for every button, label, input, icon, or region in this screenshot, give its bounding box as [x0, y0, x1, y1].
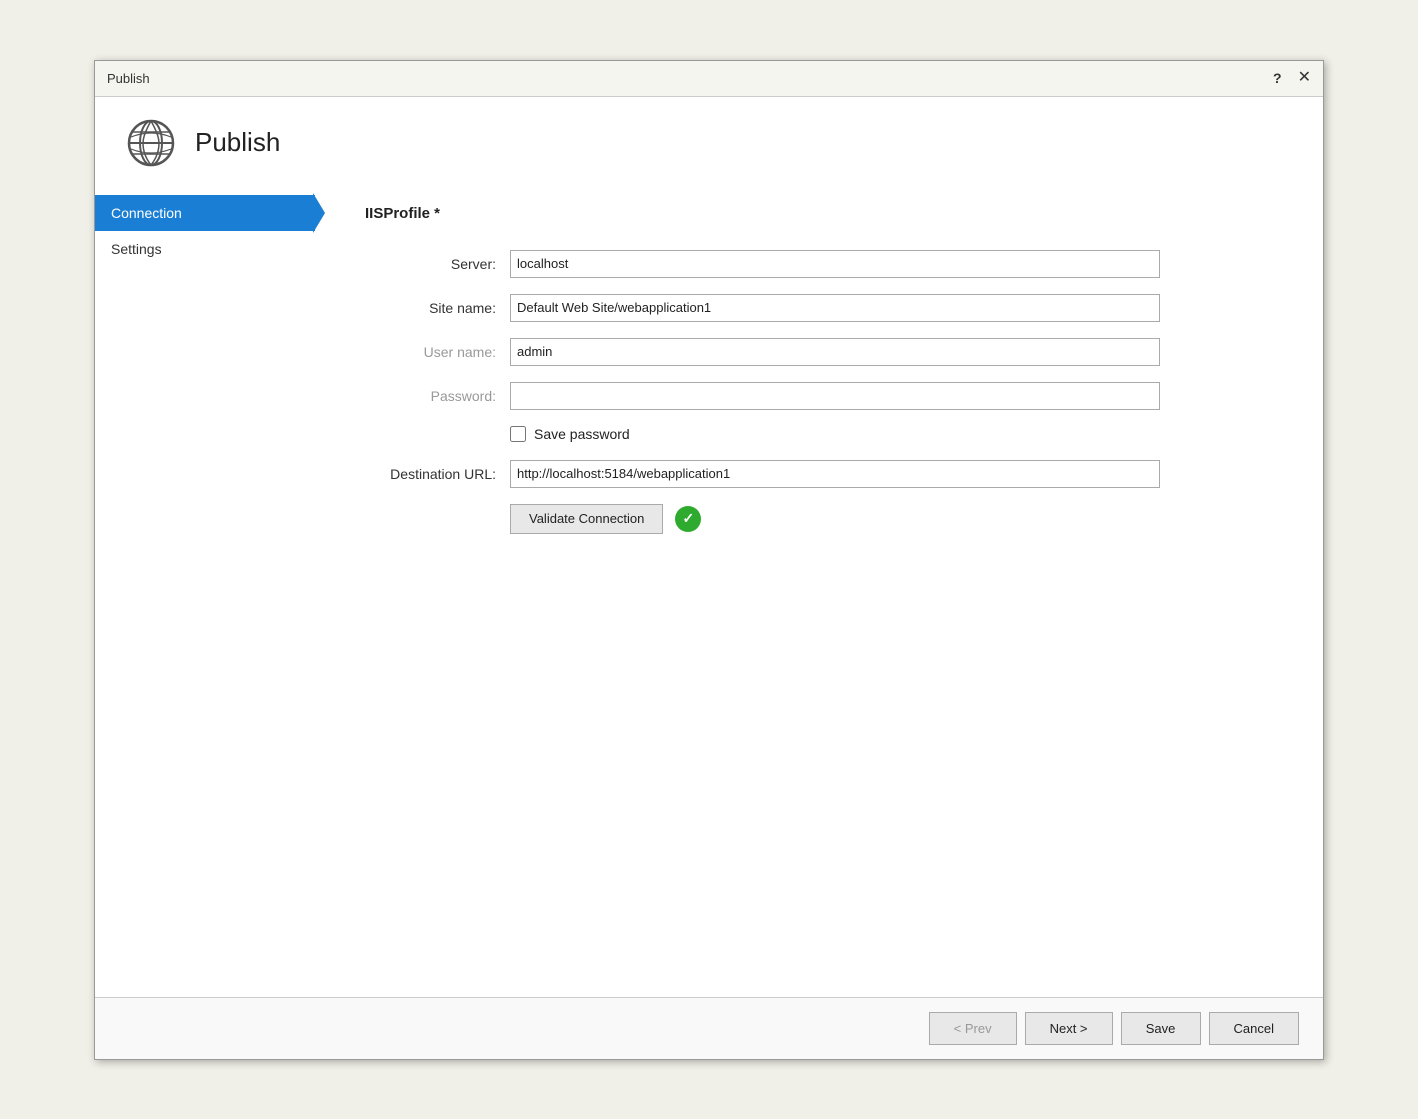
server-label: Server: [365, 256, 510, 272]
title-bar-title: Publish [107, 71, 150, 86]
publish-dialog: Publish ? ✕ Publish [94, 60, 1324, 1060]
destination-url-group: Destination URL: [365, 460, 1283, 488]
sidebar-item-connection-label: Connection [111, 205, 182, 221]
title-bar-controls: ? ✕ [1273, 70, 1311, 86]
close-button[interactable]: ✕ [1298, 70, 1311, 86]
title-bar: Publish ? ✕ [95, 61, 1323, 97]
username-label: User name: [365, 344, 510, 360]
cancel-button[interactable]: Cancel [1209, 1012, 1299, 1045]
destination-url-input[interactable] [510, 460, 1160, 488]
password-group: Password: [365, 382, 1283, 410]
password-label: Password: [365, 388, 510, 404]
validate-connection-button[interactable]: Validate Connection [510, 504, 663, 534]
connection-success-indicator: ✓ [675, 506, 701, 532]
sidebar: Connection Settings [95, 185, 315, 997]
dialog-header: Publish [95, 97, 1323, 185]
dialog-footer: < Prev Next > Save Cancel [95, 997, 1323, 1059]
section-title: IISProfile * [365, 205, 1283, 222]
dialog-title: Publish [195, 127, 280, 158]
username-group: User name: [365, 338, 1283, 366]
destination-url-label: Destination URL: [365, 466, 510, 482]
site-name-input[interactable] [510, 294, 1160, 322]
help-button[interactable]: ? [1273, 70, 1282, 86]
title-bar-left: Publish [107, 71, 150, 86]
dialog-body: Connection Settings IISProfile * Server:… [95, 185, 1323, 997]
next-button[interactable]: Next > [1025, 1012, 1113, 1045]
server-input[interactable] [510, 250, 1160, 278]
publish-icon [125, 117, 177, 169]
site-name-label: Site name: [365, 300, 510, 316]
check-icon: ✓ [683, 510, 695, 527]
site-name-group: Site name: [365, 294, 1283, 322]
sidebar-item-settings[interactable]: Settings [95, 231, 315, 267]
sidebar-item-settings-label: Settings [111, 241, 162, 257]
sidebar-item-connection[interactable]: Connection [95, 195, 315, 231]
server-group: Server: [365, 250, 1283, 278]
save-password-row: Save password [510, 426, 1283, 442]
password-input[interactable] [510, 382, 1160, 410]
save-password-checkbox[interactable] [510, 426, 526, 442]
validate-row: Validate Connection ✓ [510, 504, 1283, 534]
save-button[interactable]: Save [1121, 1012, 1201, 1045]
content-area: IISProfile * Server: Site name: User nam… [315, 185, 1323, 997]
save-password-label[interactable]: Save password [534, 426, 630, 442]
username-input[interactable] [510, 338, 1160, 366]
globe-icon [125, 117, 177, 169]
prev-button[interactable]: < Prev [929, 1012, 1017, 1045]
